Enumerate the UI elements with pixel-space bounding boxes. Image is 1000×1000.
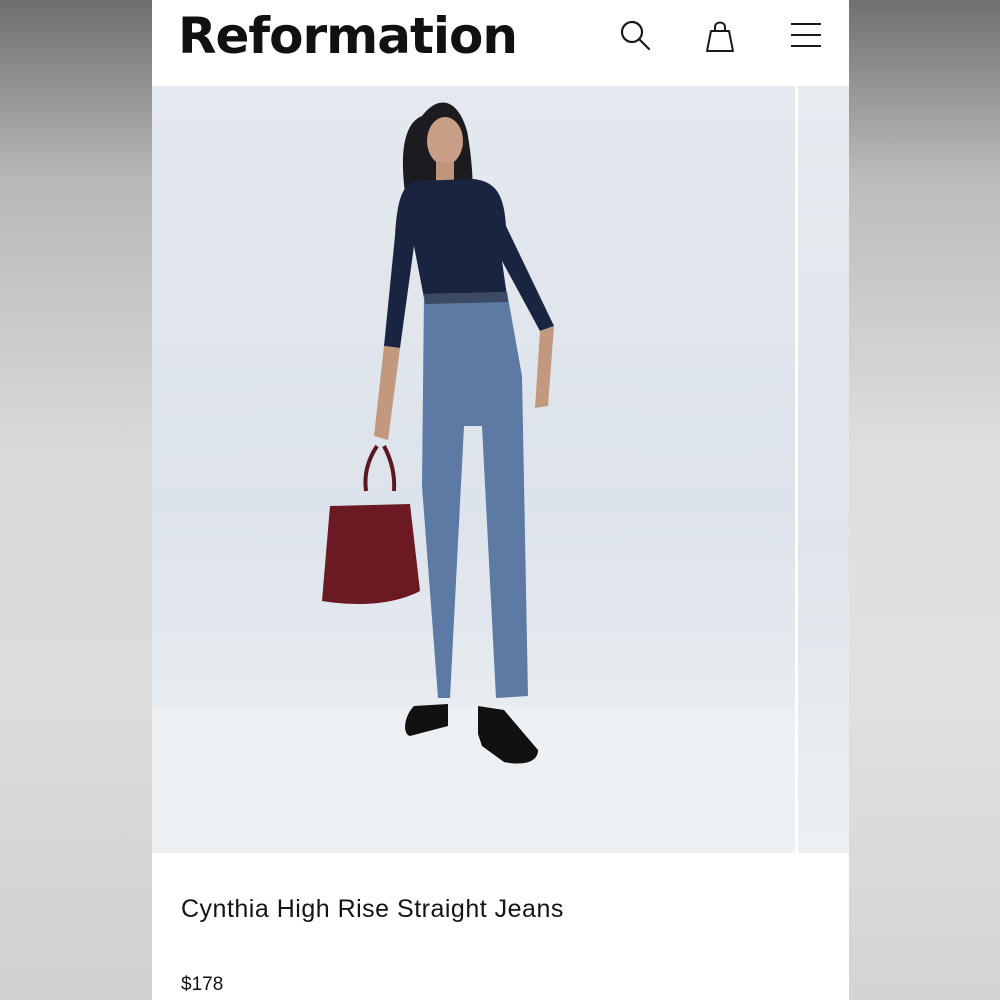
blurred-backdrop-left bbox=[0, 0, 152, 1000]
product-price: $178 bbox=[181, 974, 224, 995]
shopping-bag-icon[interactable] bbox=[703, 18, 737, 52]
search-icon[interactable] bbox=[618, 18, 652, 52]
brand-logo[interactable]: Reformation bbox=[178, 6, 518, 66]
blurred-backdrop-right bbox=[849, 0, 1000, 1000]
mobile-page: Reformation Cynthia High Rise Straight J… bbox=[152, 0, 849, 1000]
product-title[interactable]: Cynthia High Rise Straight Jeans bbox=[181, 895, 564, 924]
menu-icon[interactable] bbox=[789, 18, 823, 52]
product-photo[interactable] bbox=[152, 86, 795, 853]
site-header: Reformation bbox=[152, 0, 849, 86]
product-image-carousel[interactable] bbox=[152, 86, 849, 853]
next-product-photo-peek[interactable] bbox=[798, 86, 849, 853]
